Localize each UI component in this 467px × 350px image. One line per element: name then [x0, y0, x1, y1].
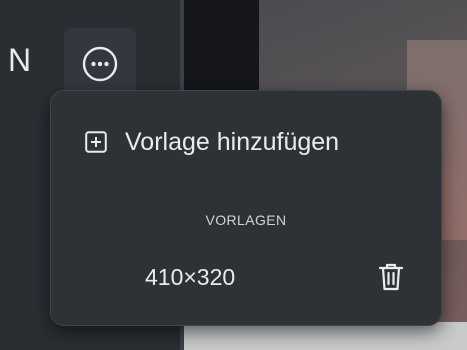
template-size-label: 410×320	[145, 264, 236, 290]
add-template-label: Vorlage hinzufügen	[125, 128, 340, 156]
trash-icon	[378, 263, 404, 291]
templates-menu: Vorlage hinzufügen VORLAGEN 410×320	[50, 90, 442, 326]
delete-template-button[interactable]	[371, 257, 411, 297]
add-template-menu-item[interactable]: Vorlage hinzufügen	[85, 119, 415, 165]
templates-section-header: VORLAGEN	[205, 212, 287, 228]
more-horizontal-circle-icon	[82, 46, 118, 82]
template-list-item[interactable]: 410×320	[131, 253, 411, 301]
plus-square-icon	[85, 131, 107, 153]
panel-title-fragment: N	[8, 42, 33, 78]
preview-bottom-strip	[184, 322, 467, 350]
